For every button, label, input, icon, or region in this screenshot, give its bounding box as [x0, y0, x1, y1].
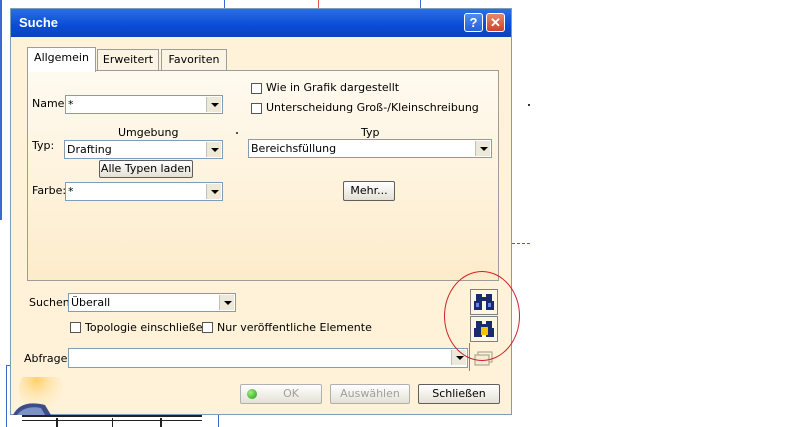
query-label: Abfrage:: [24, 352, 72, 365]
graphic-checkbox-label: Wie in Grafik dargestellt: [266, 81, 400, 94]
umgebung-value: Drafting: [67, 143, 112, 156]
favorites-icon: [474, 351, 493, 366]
name-label: Name:: [32, 97, 69, 110]
background-drawing-line: [160, 418, 162, 427]
background-drawing-line: [0, 0, 2, 220]
separator-dot: [236, 132, 238, 134]
more-button[interactable]: Mehr...: [343, 181, 395, 201]
binoculars-append-icon: [474, 321, 494, 337]
title-bar: Suche ? ✕: [11, 9, 511, 37]
close-window-button[interactable]: ✕: [486, 13, 505, 32]
case-sensitive-label: Unterscheidung Groß-/Kleinschreibung: [266, 101, 479, 114]
search-append-button[interactable]: [470, 316, 498, 342]
farbe-label: Farbe:: [32, 184, 67, 197]
chevron-down-icon[interactable]: [219, 295, 234, 310]
query-combobox[interactable]: [68, 348, 468, 368]
search-button[interactable]: [470, 289, 498, 315]
chevron-down-icon[interactable]: [451, 350, 466, 365]
tab-allgemein[interactable]: Allgemein: [27, 47, 96, 72]
chevron-down-icon[interactable]: [475, 141, 490, 156]
chevron-down-icon[interactable]: [206, 184, 221, 199]
graphic-checkbox[interactable]: [251, 83, 262, 94]
general-tab-panel: Name: * Umgebung Typ: Drafting Alle Type…: [27, 70, 499, 281]
typ-combobox[interactable]: Bereichsfüllung: [248, 139, 492, 158]
binoculars-icon: [474, 294, 494, 310]
topology-checkbox[interactable]: [70, 322, 81, 333]
globe-logo-icon: [13, 377, 63, 415]
tab-favoriten[interactable]: Favoriten: [161, 49, 227, 71]
case-sensitive-checkbox[interactable]: [251, 103, 262, 114]
select-button[interactable]: Auswählen: [330, 384, 410, 404]
background-drawing-line: [512, 243, 530, 244]
background-drawing-line: [6, 365, 7, 427]
chevron-down-icon[interactable]: [206, 142, 221, 157]
umgebung-combobox[interactable]: Drafting: [64, 140, 223, 159]
ok-status-icon: [247, 389, 257, 399]
typ-header: Typ: [361, 126, 380, 139]
dialog-title: Suche: [19, 15, 59, 30]
close-button[interactable]: Schließen: [418, 384, 500, 404]
farbe-value: *: [68, 185, 74, 198]
published-only-checkbox[interactable]: [202, 322, 213, 333]
tab-erweitert[interactable]: Erweitert: [97, 49, 159, 71]
typ-label: Typ:: [32, 139, 55, 152]
umgebung-header: Umgebung: [118, 126, 179, 139]
typ-value: Bereichsfüllung: [251, 142, 337, 155]
ok-label: OK: [283, 387, 299, 400]
load-all-types-button[interactable]: Alle Typen laden: [99, 160, 193, 178]
background-drawing-line: [218, 415, 219, 427]
ok-button[interactable]: OK: [240, 384, 322, 404]
name-combobox[interactable]: *: [65, 95, 223, 114]
search-dialog: Suche ? ✕ Allgemein Erweitert Favoriten …: [10, 8, 520, 415]
background-drawing-line: [112, 418, 113, 427]
name-value: *: [68, 98, 74, 111]
help-button[interactable]: ?: [464, 13, 483, 32]
suchen-combobox[interactable]: Überall: [68, 293, 236, 312]
suchen-value: Überall: [71, 296, 111, 309]
chevron-down-icon[interactable]: [206, 97, 221, 112]
background-drawing-dot: [528, 104, 530, 106]
farbe-combobox[interactable]: *: [65, 182, 223, 201]
background-drawing-line: [56, 418, 58, 427]
favorites-button[interactable]: [469, 343, 499, 371]
suchen-label: Suchen:: [29, 296, 74, 309]
published-only-label: Nur veröffentliche Elemente: [217, 321, 372, 334]
topology-label: Topologie einschließen: [85, 321, 210, 334]
